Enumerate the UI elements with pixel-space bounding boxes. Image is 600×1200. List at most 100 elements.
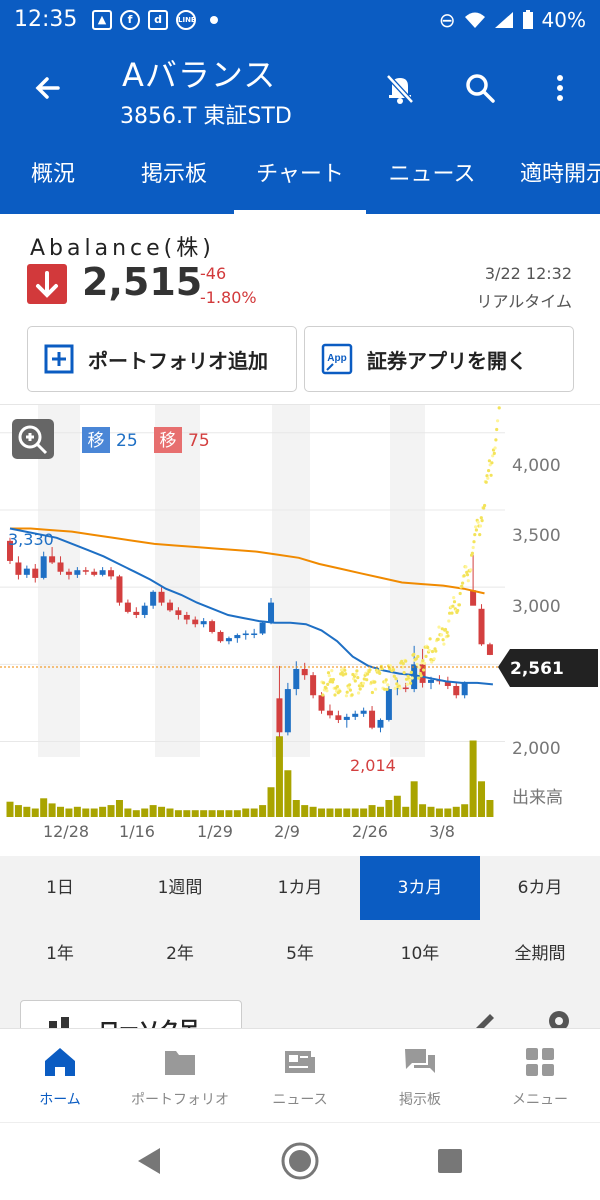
- candle-body: [486, 644, 493, 655]
- period-2y[interactable]: 2年: [120, 922, 240, 986]
- search-icon[interactable]: [460, 68, 500, 108]
- volume-bar: [183, 810, 191, 817]
- sparkle-dot: [495, 427, 499, 432]
- tab-bar: 概況 掲示板 チャート ニュース 適時開示: [0, 152, 600, 214]
- sparkle-dot: [434, 649, 438, 653]
- sparkle-dot: [335, 685, 339, 689]
- candle-body: [141, 605, 148, 615]
- volume-bar: [486, 800, 494, 817]
- news-icon: [285, 1051, 315, 1073]
- tab-overview[interactable]: 概況: [0, 152, 106, 214]
- zoom-button[interactable]: [12, 419, 54, 459]
- system-home-icon[interactable]: [280, 1141, 320, 1181]
- volume-bar: [351, 808, 359, 817]
- volume-bar: [309, 806, 317, 817]
- sparkle-dot: [404, 659, 408, 663]
- nav-portfolio[interactable]: ポートフォリオ: [120, 1029, 240, 1123]
- open-securities-app-button[interactable]: App 証券アプリを開く: [304, 326, 574, 392]
- nav-home[interactable]: ホーム: [0, 1029, 120, 1123]
- candle-body: [175, 610, 182, 615]
- volume-bar: [14, 805, 22, 817]
- chat-icon: [405, 1049, 435, 1073]
- volume-bar: [191, 810, 199, 817]
- period-1y[interactable]: 1年: [0, 922, 120, 986]
- candle-body: [57, 562, 64, 572]
- candle-body: [116, 576, 123, 603]
- tab-board[interactable]: 掲示板: [120, 152, 228, 214]
- y-tick-label: 4,000: [512, 456, 561, 476]
- volume-bar: [225, 810, 233, 817]
- sparkle-dot: [471, 545, 475, 550]
- tab-disclosure[interactable]: 適時開示: [512, 152, 600, 214]
- candle-body: [32, 568, 39, 578]
- sparkle-dot: [410, 676, 414, 680]
- chart-canvas: 移 25 移 75 4,000 3,500 3,000 2,000 出来高 3,…: [0, 393, 598, 841]
- period-1w[interactable]: 1週間: [120, 856, 240, 920]
- volume-bar: [132, 810, 140, 817]
- volume-bar: [208, 810, 216, 817]
- nav-menu[interactable]: メニュー: [480, 1029, 600, 1123]
- volume-bar: [301, 805, 309, 817]
- sparkle-dot: [394, 677, 398, 681]
- sparkle-dot: [486, 476, 490, 480]
- volume-bar: [267, 787, 275, 817]
- sparkle-dot: [344, 694, 348, 698]
- period-5y[interactable]: 5年: [240, 922, 360, 986]
- sparkle-dot: [386, 683, 390, 687]
- system-icons: ⊖ 40%: [439, 8, 586, 32]
- period-1m[interactable]: 1カ月: [240, 856, 360, 920]
- stock-chart[interactable]: 移 25 移 75 4,000 3,500 3,000 2,000 出来高 3,…: [0, 393, 600, 856]
- nav-news-label: ニュース: [272, 1092, 328, 1108]
- system-recents-icon[interactable]: [436, 1147, 464, 1175]
- sparkle-dot: [472, 540, 476, 544]
- sparkle-dot: [406, 674, 410, 678]
- folder-icon: [165, 1051, 195, 1075]
- bell-off-icon[interactable]: [380, 68, 420, 108]
- back-arrow-icon[interactable]: [28, 68, 68, 108]
- volume-bar: [393, 795, 401, 817]
- sparkle-dot: [343, 668, 347, 672]
- candle-body: [108, 570, 115, 577]
- sparkle-dot: [426, 645, 430, 650]
- period-3m[interactable]: 3カ月: [360, 856, 480, 920]
- tab-chart[interactable]: チャート: [234, 152, 366, 214]
- ma25-value: 25: [116, 431, 138, 451]
- home-icon: [45, 1048, 75, 1076]
- sparkle-dot: [465, 573, 470, 577]
- sparkle-dot: [436, 637, 440, 641]
- period-all[interactable]: 全期間: [480, 922, 600, 986]
- sparkle-dot: [474, 528, 478, 532]
- line-icon: LINE: [176, 10, 196, 30]
- sparkle-dot: [344, 672, 348, 676]
- volume-bar: [469, 740, 477, 817]
- period-6m[interactable]: 6カ月: [480, 856, 600, 920]
- candle-body: [225, 638, 232, 642]
- sparkle-dot: [326, 671, 331, 675]
- x-tick-label: 1/29: [197, 822, 233, 841]
- period-1d[interactable]: 1日: [0, 856, 120, 920]
- pencil-icon[interactable]: [468, 1006, 498, 1028]
- sparkle-dot: [432, 657, 436, 661]
- sparkle-dot: [357, 691, 361, 695]
- more-vert-icon[interactable]: [540, 68, 580, 108]
- candle-type-button[interactable]: ローソク足: [20, 1000, 242, 1028]
- volume-bar: [410, 781, 418, 817]
- price-change: -46: [200, 264, 227, 283]
- gear-icon[interactable]: [544, 1006, 574, 1028]
- nav-news[interactable]: ニュース: [240, 1029, 360, 1123]
- ma75-badge-text: 移: [160, 431, 177, 451]
- candle-body: [335, 715, 342, 720]
- sparkle-dot: [466, 579, 470, 583]
- add-portfolio-button[interactable]: ポートフォリオ追加: [27, 326, 297, 392]
- chart-options: ローソク足: [0, 996, 600, 1028]
- candle-body: [217, 631, 224, 642]
- period-10y[interactable]: 10年: [360, 922, 480, 986]
- sparkle-dot: [330, 669, 334, 673]
- system-back-icon[interactable]: [134, 1145, 164, 1177]
- nav-board[interactable]: 掲示板: [360, 1029, 480, 1123]
- sparkle-dot: [322, 681, 326, 685]
- tab-news[interactable]: ニュース: [376, 152, 488, 214]
- volume-bar: [292, 800, 300, 817]
- sparkle-dot: [325, 689, 329, 693]
- sparkle-dot: [424, 654, 428, 658]
